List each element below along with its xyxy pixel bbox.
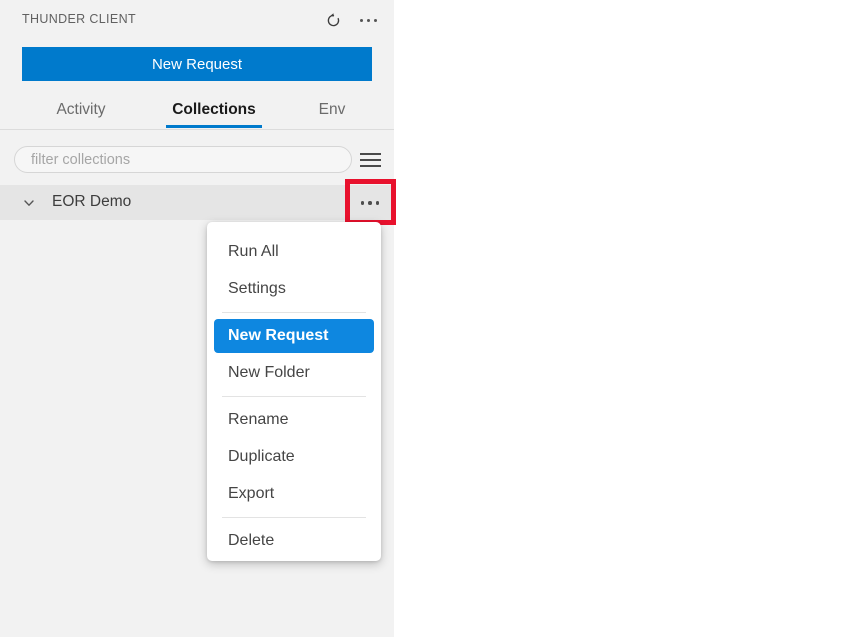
more-horizontal-icon[interactable] bbox=[355, 7, 381, 33]
panel-tabs: Activity Collections Env bbox=[0, 92, 394, 129]
more-horizontal-icon bbox=[360, 201, 380, 205]
new-request-button[interactable]: New Request bbox=[22, 47, 372, 81]
panel-header: THUNDER CLIENT bbox=[0, 0, 394, 40]
collection-row-eor-demo[interactable]: EOR Demo bbox=[0, 185, 394, 220]
menu-item-new-request[interactable]: New Request bbox=[214, 319, 374, 353]
menu-item-rename[interactable]: Rename bbox=[214, 403, 374, 437]
refresh-icon[interactable] bbox=[320, 7, 346, 33]
tab-env[interactable]: Env bbox=[305, 92, 359, 128]
menu-separator-1 bbox=[222, 312, 366, 313]
tab-collections[interactable]: Collections bbox=[166, 92, 262, 128]
more-dots bbox=[359, 18, 377, 22]
menu-item-settings[interactable]: Settings bbox=[214, 272, 374, 306]
menu-item-export[interactable]: Export bbox=[214, 477, 374, 511]
chevron-down-icon[interactable] bbox=[22, 196, 36, 210]
menu-item-run-all[interactable]: Run All bbox=[214, 235, 374, 269]
tabs-divider bbox=[0, 129, 394, 130]
filter-collections-input[interactable] bbox=[14, 146, 352, 173]
collection-context-menu: Run All Settings New Request New Folder … bbox=[207, 222, 381, 561]
tab-activity[interactable]: Activity bbox=[38, 92, 124, 128]
filter-row bbox=[0, 136, 394, 184]
collection-more-button[interactable] bbox=[352, 193, 388, 213]
panel-title: THUNDER CLIENT bbox=[22, 12, 136, 26]
menu-item-duplicate[interactable]: Duplicate bbox=[214, 440, 374, 474]
menu-separator-3 bbox=[222, 517, 366, 518]
menu-separator-2 bbox=[222, 396, 366, 397]
collection-name: EOR Demo bbox=[52, 193, 132, 210]
menu-item-new-folder[interactable]: New Folder bbox=[214, 356, 374, 390]
hamburger-menu-icon[interactable] bbox=[360, 148, 384, 172]
menu-item-delete[interactable]: Delete bbox=[214, 524, 374, 558]
